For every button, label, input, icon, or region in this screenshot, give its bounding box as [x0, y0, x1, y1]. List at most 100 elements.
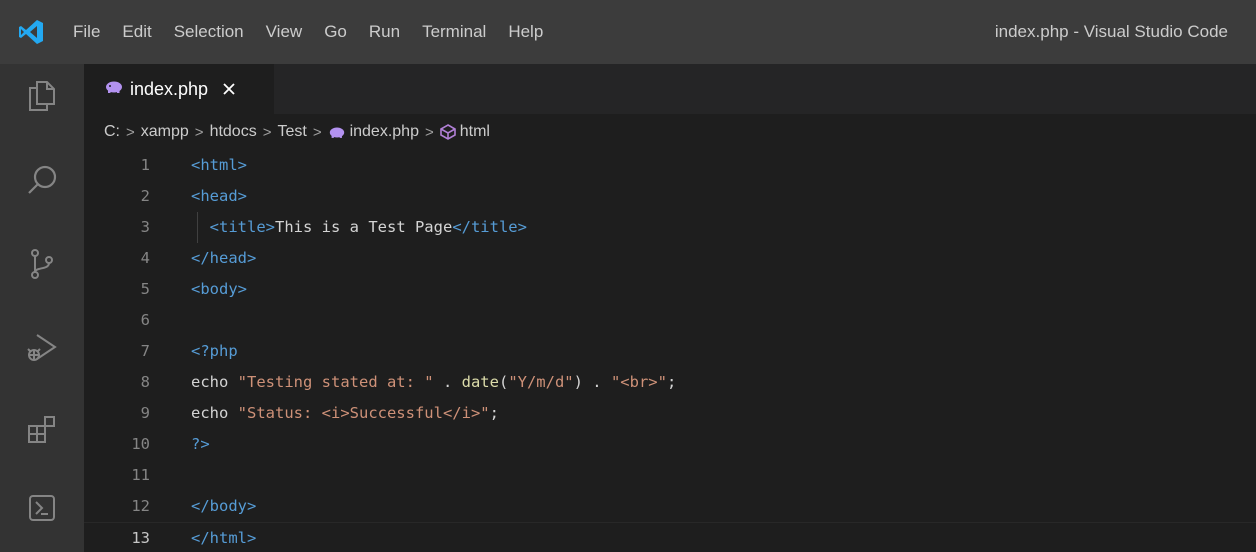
tab-bar: index.php — [84, 64, 1256, 114]
menu-help[interactable]: Help — [497, 0, 554, 64]
line-number: 7 — [140, 342, 150, 360]
menu-terminal[interactable]: Terminal — [411, 0, 497, 64]
menu-file[interactable]: File — [62, 0, 111, 64]
code-text: echo "Status: <i>Successful</i>"; — [191, 398, 499, 429]
line-number: 4 — [140, 249, 150, 267]
code-token: "<br>" — [610, 373, 667, 391]
menu-edit[interactable]: Edit — [111, 0, 162, 64]
code-text: </html> — [191, 523, 256, 552]
code-token: ?> — [191, 435, 210, 453]
breadcrumb-symbol[interactable]: html — [460, 123, 490, 141]
code-line[interactable]: 11 — [84, 460, 1256, 491]
code-token: <html> — [191, 156, 247, 174]
chevron-right-icon: > — [262, 123, 272, 141]
code-token: <body> — [191, 280, 247, 298]
code-token: <head> — [191, 187, 247, 205]
code-token: <?php — [191, 342, 238, 360]
chevron-right-icon: > — [126, 123, 135, 141]
explorer-icon[interactable] — [0, 64, 84, 128]
line-number: 13 — [131, 529, 150, 547]
code-text: <head> — [191, 181, 247, 212]
code-token: ( — [498, 373, 509, 391]
breadcrumb: C: > xampp > htdocs > Test > index.php >… — [104, 114, 490, 150]
code-token: date — [461, 373, 499, 391]
code-token: "Status: <i>Successful</i>" — [237, 404, 490, 422]
search-icon[interactable] — [0, 148, 84, 212]
breadcrumb-xampp[interactable]: xampp — [141, 123, 189, 141]
line-number: 12 — [131, 497, 150, 515]
code-token: </body> — [191, 497, 257, 515]
source-control-icon[interactable] — [0, 232, 84, 296]
code-line[interactable]: 2 <head> — [84, 181, 1256, 212]
code-token: ; — [666, 373, 677, 391]
code-text: echo "Testing stated at: " . date("Y/m/d… — [191, 367, 676, 398]
chevron-right-icon: > — [424, 123, 434, 141]
code-text: ?> — [191, 429, 210, 460]
menu-go[interactable]: Go — [313, 0, 358, 64]
chevron-right-icon: > — [194, 123, 204, 141]
line-number: 3 — [140, 218, 150, 236]
breadcrumb-test[interactable]: Test — [277, 123, 306, 141]
code-text: </body> — [191, 491, 256, 522]
window-title: index.php - Visual Studio Code — [994, 22, 1228, 41]
code-token: echo — [191, 373, 238, 391]
breadcrumb-htdocs[interactable]: htdocs — [210, 123, 257, 141]
code-line[interactable]: 5 <body> — [84, 274, 1256, 305]
php-elephant-icon — [328, 126, 346, 139]
line-number: 8 — [140, 373, 150, 391]
symbol-element-icon — [439, 124, 456, 140]
code-token: </title> — [452, 218, 527, 236]
code-line[interactable]: 6 — [84, 305, 1256, 336]
extensions-icon[interactable] — [0, 398, 84, 462]
run-debug-icon[interactable] — [0, 316, 84, 380]
code-token: ; — [489, 404, 499, 422]
menu-view[interactable]: View — [255, 0, 314, 64]
line-number: 9 — [140, 404, 150, 422]
code-editor[interactable]: 1 <html> 2 <head> 3 <title>This is a Test Pa… — [84, 150, 1256, 552]
code-line[interactable]: 4 </head> — [84, 243, 1256, 274]
line-number: 2 — [140, 187, 150, 205]
activity-bar — [0, 64, 84, 552]
line-number: 1 — [140, 156, 150, 174]
code-token: </html> — [191, 529, 257, 547]
code-token: <title> — [191, 218, 275, 236]
code-text: <?php — [191, 336, 238, 367]
chevron-right-icon: > — [312, 123, 322, 141]
code-line[interactable]: 3 <title>This is a Test Page</title> — [84, 212, 1256, 243]
title-bar: File Edit Selection View Go Run Terminal… — [0, 0, 1256, 64]
code-line[interactable]: 1 <html> — [84, 150, 1256, 181]
tab-index-php[interactable]: index.php — [84, 64, 274, 114]
line-number: 6 — [140, 311, 150, 329]
terminal-icon[interactable] — [0, 476, 84, 540]
code-token: . — [433, 373, 462, 391]
code-token: echo — [191, 404, 238, 422]
menu-run[interactable]: Run — [358, 0, 411, 64]
code-token: ) . — [573, 373, 611, 391]
close-icon[interactable] — [222, 82, 236, 96]
php-elephant-icon — [104, 80, 124, 99]
line-number: 5 — [140, 280, 150, 298]
tab-label: index.php — [130, 78, 209, 99]
code-line[interactable]: 12 </body> — [84, 491, 1256, 522]
code-line[interactable]: 7 <?php — [84, 336, 1256, 367]
line-number: 11 — [131, 466, 150, 484]
code-token: "Testing stated at: " — [237, 373, 434, 391]
code-line[interactable]: 8 echo "Testing stated at: " . date("Y/m/… — [84, 367, 1256, 398]
code-token: </head> — [191, 249, 257, 267]
line-number: 10 — [131, 435, 150, 453]
code-line[interactable]: 13 </html> — [84, 522, 1256, 552]
menu-selection[interactable]: Selection — [163, 0, 255, 64]
code-line[interactable]: 9 echo "Status: <i>Successful</i>"; — [84, 398, 1256, 429]
breadcrumb-drive[interactable]: C: — [104, 123, 120, 141]
code-text: <body> — [191, 274, 247, 305]
code-text: <html> — [191, 150, 247, 181]
breadcrumb-file[interactable]: index.php — [350, 123, 419, 141]
menu-bar: File Edit Selection View Go Run Terminal… — [62, 0, 554, 64]
vscode-logo-icon[interactable] — [0, 0, 62, 64]
code-text: </head> — [191, 243, 256, 274]
code-text: <title>This is a Test Page</title> — [191, 212, 527, 243]
code-token: "Y/m/d" — [508, 373, 574, 391]
code-line[interactable]: 10 ?> — [84, 429, 1256, 460]
vscode-window: File Edit Selection View Go Run Terminal… — [0, 0, 1256, 552]
code-token: This is a Test Page — [275, 218, 453, 236]
